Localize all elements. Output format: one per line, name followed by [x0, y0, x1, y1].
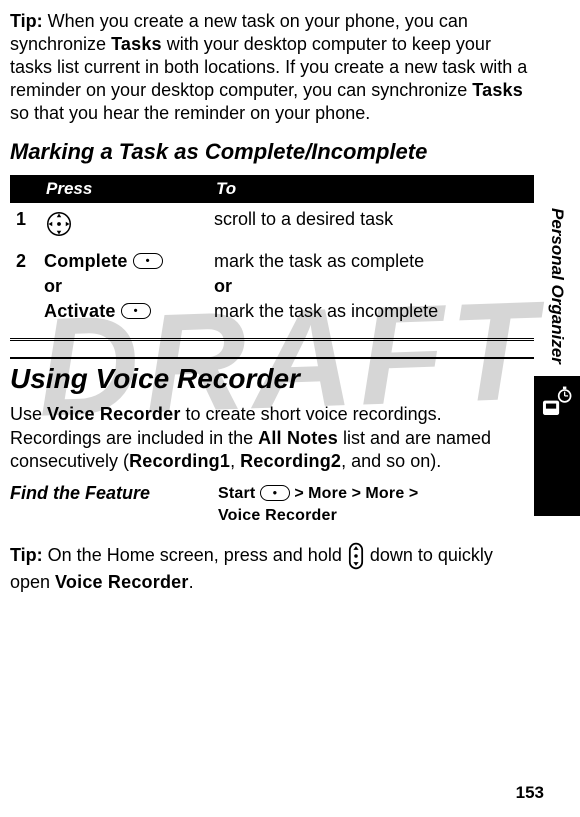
heading-voice-recorder: Using Voice Recorder [10, 357, 534, 395]
press-to-table: Press To 1 scroll to a desired tas [10, 175, 534, 328]
voice-recorder-label: Voice Recorder [55, 572, 189, 592]
manual-page: DRAFT Personal Organizer Tip: When you c… [0, 0, 580, 817]
softkey-icon [121, 303, 151, 319]
voice-recorder-label: Voice Recorder [47, 404, 181, 424]
recording2-label: Recording2 [240, 451, 341, 471]
recording1-label: Recording1 [129, 451, 230, 471]
activate-softkey-label: Activate [44, 301, 116, 321]
col-press: Press [38, 175, 208, 203]
side-black-tab [534, 376, 580, 516]
joystick-vertical-icon [347, 541, 365, 571]
press-cell [38, 203, 208, 245]
side-section-label: Personal Organizer [547, 200, 567, 376]
softkey-icon [260, 485, 290, 501]
start-label: Start [218, 485, 255, 502]
more-label: More [365, 485, 404, 502]
step-number: 1 [10, 203, 38, 245]
all-notes-label: All Notes [258, 428, 338, 448]
press-to-table-wrap: Press To 1 scroll to a desired tas [10, 175, 534, 341]
more-label: More [308, 485, 347, 502]
table-header-row: Press To [10, 175, 534, 203]
subheading-marking-complete: Marking a Task as Complete/Incomplete [10, 139, 534, 165]
tasks-label: Tasks [472, 80, 523, 100]
side-tab: Personal Organizer [534, 200, 580, 600]
tip-label: Tip: [10, 11, 43, 31]
joystick-icon [44, 209, 74, 239]
tasks-label: Tasks [111, 34, 162, 54]
to-cell: scroll to a desired task [208, 203, 534, 245]
table-row: 2 Complete or Activate mark the task as … [10, 245, 534, 328]
feature-path: Start > More > More > Voice Recorder [218, 483, 418, 526]
find-the-feature-label: Find the Feature [10, 483, 190, 526]
voice-recorder-description: Use Voice Recorder to create short voice… [10, 403, 534, 473]
step-number: 2 [10, 245, 38, 328]
or-label: or [214, 276, 528, 297]
tip-label: Tip: [10, 544, 43, 564]
press-cell: Complete or Activate [38, 245, 208, 328]
tip-sync-tasks: Tip: When you create a new task on your … [10, 10, 534, 125]
find-the-feature-row: Find the Feature Start > More > More > V… [10, 483, 534, 526]
voice-recorder-menu-label: Voice Recorder [218, 507, 337, 524]
page-number: 153 [516, 783, 544, 803]
table-row: 1 scroll to a desired task [10, 203, 534, 245]
tip-hold-joystick: Tip: On the Home screen, press and hold … [10, 541, 534, 594]
stopwatch-device-icon [540, 384, 574, 418]
or-label: or [44, 276, 202, 297]
to-cell: mark the task as complete or mark the ta… [208, 245, 534, 328]
col-to: To [208, 175, 534, 203]
softkey-icon [133, 253, 163, 269]
complete-softkey-label: Complete [44, 251, 128, 271]
